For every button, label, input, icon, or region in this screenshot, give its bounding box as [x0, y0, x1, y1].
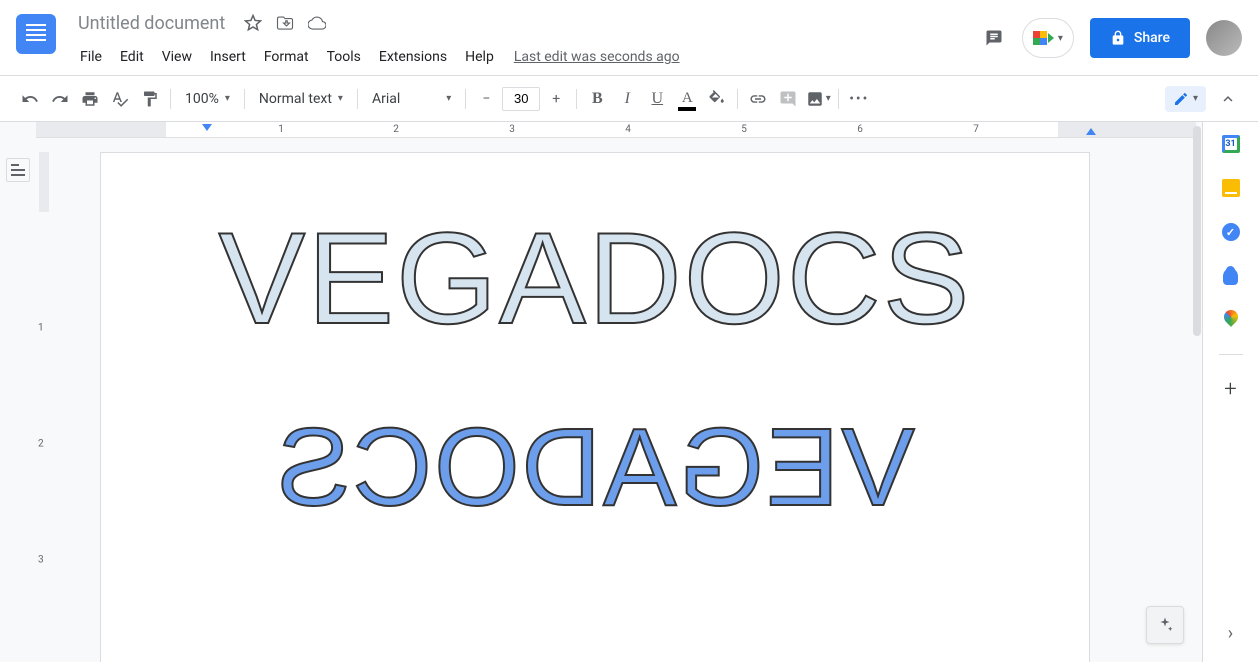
- keep-app-icon[interactable]: [1221, 178, 1241, 198]
- menu-view[interactable]: View: [154, 45, 200, 69]
- header-actions: ▾ Share: [982, 18, 1242, 58]
- menu-format[interactable]: Format: [256, 45, 317, 69]
- horizontal-ruler[interactable]: 1 2 3 4 5 6 7: [36, 122, 1196, 138]
- spellcheck-button[interactable]: [106, 85, 134, 113]
- calendar-app-icon[interactable]: [1221, 134, 1241, 154]
- docs-logo[interactable]: [16, 14, 56, 54]
- get-addons-button[interactable]: +: [1221, 379, 1241, 399]
- font-size-input[interactable]: [502, 87, 540, 111]
- separator: [244, 89, 245, 109]
- move-icon[interactable]: [275, 13, 295, 33]
- dropdown-arrow-icon: ▾: [826, 93, 831, 104]
- insert-image-button[interactable]: ▾: [804, 85, 832, 113]
- increase-font-button[interactable]: +: [542, 85, 570, 113]
- meet-button[interactable]: ▾: [1022, 18, 1074, 58]
- font-size-group: − +: [472, 85, 570, 113]
- share-button[interactable]: Share: [1090, 18, 1190, 58]
- decrease-font-button[interactable]: −: [472, 85, 500, 113]
- menu-help[interactable]: Help: [457, 45, 502, 69]
- outline-gutter: [0, 138, 36, 662]
- app-header: Untitled document File Edit View Insert …: [0, 0, 1258, 76]
- font-family-select[interactable]: Arial▾: [364, 85, 459, 113]
- highlight-color-button[interactable]: [703, 85, 731, 113]
- scrollbar-thumb[interactable]: [1193, 126, 1201, 336]
- bold-button[interactable]: B: [583, 85, 611, 113]
- separator: [576, 89, 577, 109]
- text-color-button[interactable]: A: [673, 85, 701, 113]
- share-label: Share: [1134, 30, 1170, 46]
- scrollbar-track: [1192, 122, 1202, 602]
- dropdown-arrow-icon: ▾: [338, 93, 343, 104]
- add-comment-button[interactable]: [774, 85, 802, 113]
- wordart-normal[interactable]: VEGADOCS: [171, 213, 1019, 343]
- menu-insert[interactable]: Insert: [202, 45, 254, 69]
- document-scroll[interactable]: 1 2 3 VEGADOCS VEGADOCS: [0, 138, 1202, 662]
- dropdown-arrow-icon: ▾: [225, 93, 230, 104]
- collapse-sidepanel-button[interactable]: ›: [1228, 623, 1233, 644]
- more-tools-button[interactable]: •••: [845, 85, 873, 113]
- menu-bar: File Edit View Insert Format Tools Exten…: [72, 42, 982, 72]
- zoom-select[interactable]: 100%▾: [177, 85, 238, 113]
- separator: [357, 89, 358, 109]
- dropdown-arrow-icon: ▾: [1058, 33, 1063, 44]
- hide-menus-button[interactable]: [1214, 85, 1242, 113]
- paint-format-button[interactable]: [136, 85, 164, 113]
- vertical-ruler[interactable]: 1 2 3: [36, 138, 52, 662]
- redo-button[interactable]: [46, 85, 74, 113]
- paragraph-style-select[interactable]: Normal text▾: [251, 85, 351, 113]
- menu-extensions[interactable]: Extensions: [371, 45, 455, 69]
- comments-icon[interactable]: [982, 26, 1006, 50]
- dropdown-arrow-icon: ▾: [1193, 93, 1198, 104]
- cloud-status-icon[interactable]: [307, 13, 327, 33]
- italic-button[interactable]: I: [613, 85, 641, 113]
- contacts-app-icon[interactable]: [1221, 266, 1241, 286]
- menu-edit[interactable]: Edit: [112, 45, 152, 69]
- right-indent-marker[interactable]: [1086, 128, 1096, 135]
- maps-app-icon[interactable]: [1221, 310, 1241, 330]
- dropdown-arrow-icon: ▾: [446, 93, 451, 104]
- separator: [465, 89, 466, 109]
- document-page[interactable]: VEGADOCS VEGADOCS: [100, 152, 1090, 662]
- undo-button[interactable]: [16, 85, 44, 113]
- star-icon[interactable]: [243, 13, 263, 33]
- account-avatar[interactable]: [1206, 20, 1242, 56]
- separator: [838, 89, 839, 109]
- separator: [170, 89, 171, 109]
- document-title[interactable]: Untitled document: [72, 11, 231, 36]
- toolbar-right: ▾: [1165, 85, 1242, 113]
- outline-toggle-button[interactable]: [6, 158, 30, 182]
- wordart-mirrored[interactable]: VEGADOCS: [171, 413, 1019, 523]
- workspace: 1 2 3 4 5 6 7 1 2 3 VEGADOCS VEGADOCS: [0, 122, 1258, 662]
- tasks-app-icon[interactable]: [1221, 222, 1241, 242]
- menu-file[interactable]: File: [72, 45, 110, 69]
- insert-link-button[interactable]: [744, 85, 772, 113]
- last-edit-link[interactable]: Last edit was seconds ago: [514, 49, 680, 65]
- toolbar: 100%▾ Normal text▾ Arial▾ − + B I U A ▾ …: [0, 76, 1258, 122]
- left-indent-marker[interactable]: [202, 124, 212, 131]
- editing-mode-button[interactable]: ▾: [1165, 86, 1206, 112]
- print-button[interactable]: [76, 85, 104, 113]
- canvas-area: 1 2 3 4 5 6 7 1 2 3 VEGADOCS VEGADOCS: [0, 122, 1202, 662]
- side-panel: + ›: [1202, 122, 1258, 662]
- explore-button[interactable]: [1146, 606, 1184, 644]
- separator: [737, 89, 738, 109]
- menu-tools[interactable]: Tools: [319, 45, 369, 69]
- title-row: Untitled document: [72, 8, 982, 38]
- underline-button[interactable]: U: [643, 85, 671, 113]
- title-area: Untitled document File Edit View Insert …: [72, 8, 982, 72]
